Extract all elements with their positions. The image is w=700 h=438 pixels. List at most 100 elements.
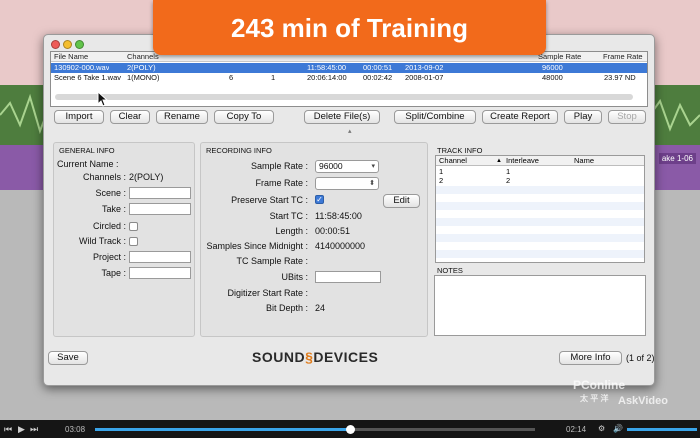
column-header[interactable]: Frame Rate [603,52,643,62]
track-info-table[interactable]: Channel ▲ Interleave Name 1 1 2 2 [435,155,645,263]
project-field[interactable] [129,251,191,263]
column-header[interactable]: Channels [127,52,159,62]
watermark-cn: 太 平 洋 [580,394,609,403]
edit-button[interactable]: Edit [383,194,420,208]
play-icon[interactable]: ▶ [18,424,25,435]
scene-label: Scene : [95,188,126,198]
cell: 11:58:45:00 [307,63,347,72]
sound-devices-logo: SOUND§DEVICES [252,349,378,367]
create-report-button[interactable]: Create Report [482,110,558,124]
delete-files-button[interactable]: Delete File(s) [304,110,380,124]
clear-button[interactable]: Clear [110,110,150,124]
cell: 1 [271,73,276,82]
cell: 6 [229,73,234,82]
skip-forward-icon[interactable]: ⏭ [30,424,38,435]
volume-slider[interactable] [627,428,697,431]
clip-name: ake 1-06 [658,153,696,164]
close-button[interactable] [51,40,60,49]
cell: 2008-01-07 [405,73,444,82]
cell: 2(POLY) [127,63,156,72]
screen: ake 1-06 File Name Channels Sample Rate … [0,0,700,438]
cell: 2 [506,176,511,185]
cell: 96000 [542,63,563,72]
column-header[interactable]: Channel [439,156,467,166]
horizontal-scrollbar[interactable] [55,94,633,100]
track-row[interactable]: 2 2 [436,177,644,185]
skip-back-icon[interactable]: ⏮ [4,424,12,435]
chevron-updown-icon: ⬍ [369,180,375,187]
general-info-panel: GENERAL INFO Current Name : Channels : 2… [53,142,195,337]
row-stripe [436,202,644,210]
preserve-start-tc-checkbox[interactable]: ✓ [315,195,324,204]
row-stripe [436,234,644,242]
cell: 130902-000.wav [54,63,110,72]
take-field[interactable] [129,203,191,215]
volume-icon[interactable]: 🔊 [613,424,623,433]
cell: 2 [439,176,444,185]
take-label: Take : [101,204,126,214]
tape-label: Tape : [101,268,126,278]
start-tc-label: Start TC : [269,211,308,221]
frame-rate-label: Frame Rate : [255,178,308,188]
ubits-field[interactable] [315,271,381,283]
seek-handle[interactable] [346,425,356,434]
cell: 00:00:51 [363,63,393,72]
recording-info-panel: RECORDING INFO Sample Rate : 96000 ▾ Fra… [200,142,428,337]
cell: 1 [506,167,511,176]
wild-track-checkbox[interactable] [129,237,138,246]
current-name-label: Current Name : [57,159,119,169]
file-row[interactable]: Scene 6 Take 1.wav 1(MONO) 6 1 20:06:14:… [51,73,647,83]
frame-rate-select[interactable]: ⬍ [315,177,379,190]
notes-field[interactable] [434,275,646,336]
settings-icon[interactable]: ⚙ [598,424,605,433]
samples-since-midnight-value: 4140000000 [315,241,366,251]
watermark-pconline: PConline [573,378,626,392]
scene-field[interactable] [129,187,191,199]
copy-to-button[interactable]: Copy To [214,110,274,124]
bit-depth-label: Bit Depth : [265,303,308,313]
cell: 48000 [542,73,563,82]
project-label: Project : [92,252,126,262]
column-header[interactable]: File Name [54,52,88,62]
row-stripe [436,186,644,194]
notes-title: NOTES [437,266,463,275]
track-row[interactable]: 1 1 [436,168,644,176]
channels-value: 2(POLY) [129,172,164,182]
banner-text: 243 min of Training [231,13,468,43]
watermark-askvideo: AskVideo [618,395,668,407]
track-info-title: TRACK INFO [437,146,483,155]
zoom-button[interactable] [75,40,84,49]
column-header[interactable]: Interleave [506,156,539,166]
seek-bar[interactable] [95,425,535,434]
cell: 20:06:14:00 [307,73,347,82]
circled-checkbox[interactable] [129,222,138,231]
samples-since-midnight-label: Samples Since Midnight : [206,241,308,251]
stop-button: Stop [608,110,646,124]
app-window: File Name Channels Sample Rate Frame Rat… [43,34,655,386]
mouse-cursor-icon [97,91,109,107]
import-button[interactable]: Import [54,110,104,124]
sample-rate-label: Sample Rate : [250,161,308,171]
logo-right: DEVICES [313,349,379,365]
cell: 1(MONO) [127,73,160,82]
column-header[interactable]: Name [574,156,594,166]
length-value: 00:00:51 [315,226,351,236]
more-info-button[interactable]: More Info [559,351,622,365]
file-list[interactable]: File Name Channels Sample Rate Frame Rat… [50,51,648,107]
file-row-selected[interactable]: 130902-000.wav 2(POLY) 11:58:45:00 00:00… [51,63,647,73]
sample-rate-select[interactable]: 96000 ▾ [315,160,379,173]
cell: 1 [439,167,444,176]
rename-button[interactable]: Rename [156,110,208,124]
cell: 23.97 ND [604,73,636,82]
preserve-start-tc-label: Preserve Start TC : [231,195,308,205]
start-tc-value: 11:58:45:00 [315,211,362,221]
save-button[interactable]: Save [48,351,88,365]
cell: 00:02:42 [363,73,393,82]
play-button[interactable]: Play [564,110,602,124]
chevron-down-icon: ▾ [371,163,375,170]
tape-field[interactable] [129,267,191,279]
column-header[interactable]: Sample Rate [538,52,581,62]
splitter-handle-icon[interactable]: ▴ [348,127,352,135]
split-combine-button[interactable]: Split/Combine [394,110,476,124]
minimize-button[interactable] [63,40,72,49]
